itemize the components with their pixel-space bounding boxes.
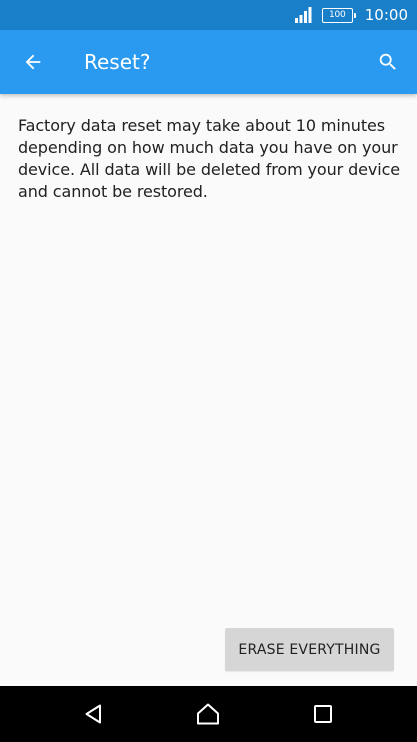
erase-everything-button[interactable]: ERASE EVERYTHING [225, 628, 394, 671]
status-bar: 100 10:00 [0, 0, 417, 30]
status-clock: 10:00 [364, 6, 408, 24]
nav-recents-button[interactable] [309, 700, 337, 728]
nav-home-icon [197, 703, 219, 725]
nav-back-icon [85, 704, 101, 724]
nav-back-button[interactable] [79, 700, 107, 728]
reset-description: Factory data reset may take about 10 min… [18, 116, 401, 201]
status-icons: 100 10:00 [294, 0, 408, 30]
back-button[interactable] [14, 43, 52, 81]
nav-home-button[interactable] [194, 700, 222, 728]
nav-recents-icon [314, 705, 332, 723]
search-icon [379, 53, 396, 70]
page-title: Reset? [84, 50, 151, 74]
battery-icon: 100 [321, 7, 356, 23]
arrow-left-icon [25, 54, 41, 70]
main-content: Factory data reset may take about 10 min… [18, 115, 403, 203]
signal-icon [294, 7, 312, 23]
app-bar: Reset? [0, 30, 417, 94]
navigation-bar [0, 686, 417, 742]
search-button[interactable] [369, 43, 407, 81]
battery-level: 100 [328, 9, 346, 20]
